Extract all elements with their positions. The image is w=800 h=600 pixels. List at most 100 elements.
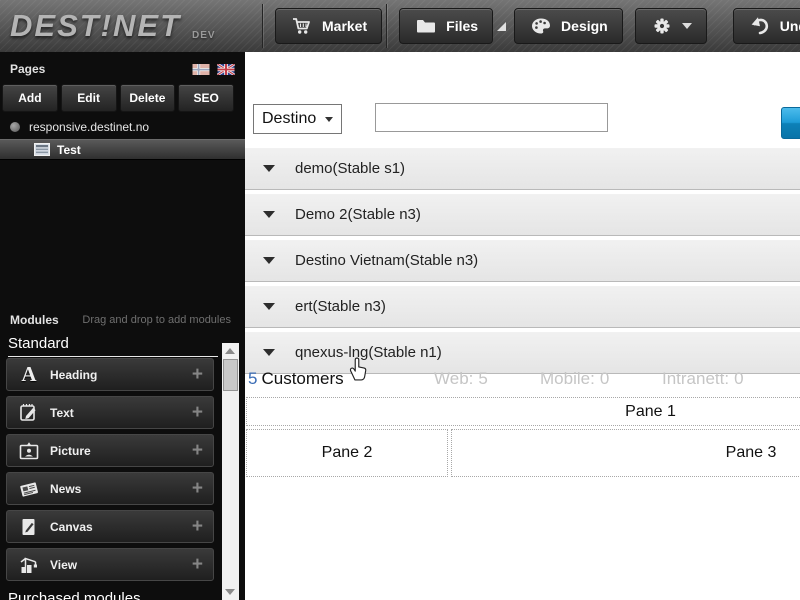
toolbar: Market Files Design Un xyxy=(258,0,800,52)
template-select-value: Destino xyxy=(262,110,317,127)
layout-pane-2[interactable]: Pane 2 xyxy=(246,429,448,477)
tree-item-label: Test xyxy=(57,142,81,157)
plus-icon[interactable]: + xyxy=(192,555,203,574)
norway-flag-icon[interactable] xyxy=(192,63,210,75)
pane-label: Pane 2 xyxy=(321,444,373,461)
site-name: responsive.destinet.no xyxy=(29,120,150,134)
accordion-row-demo2[interactable]: Demo 2(Stable n3) xyxy=(245,194,800,236)
news-icon xyxy=(17,478,41,500)
module-item-heading[interactable]: A Heading + xyxy=(6,358,214,391)
chevron-down-icon xyxy=(263,165,275,172)
module-item-view[interactable]: View + xyxy=(6,548,214,581)
chevron-down-icon xyxy=(263,211,275,218)
module-label: News xyxy=(50,481,82,496)
scroll-up-icon[interactable] xyxy=(225,348,235,354)
modules-scrollbar[interactable] xyxy=(222,343,239,600)
view-icon xyxy=(17,554,41,576)
design-button-label: Design xyxy=(561,18,608,34)
stat-web: Web: 5 xyxy=(434,369,488,388)
module-item-news[interactable]: News + xyxy=(6,472,214,505)
layout-pane-3[interactable]: Pane 3 xyxy=(451,429,800,477)
topbar: DEST!NET DEV Market Files Design Un xyxy=(0,0,800,53)
design-button[interactable]: Design xyxy=(514,8,623,44)
stat-mobile: Mobile: 0 xyxy=(540,369,610,388)
module-label: Heading xyxy=(50,367,98,382)
modules-title: Modules xyxy=(10,313,59,327)
market-button-label: Market xyxy=(322,18,368,34)
customers-label: Customers xyxy=(261,369,344,388)
main-content: Destino demo(Stable s1) Demo 2(Stable n3… xyxy=(245,52,800,600)
accordion-row-ert[interactable]: ert(Stable n3) xyxy=(245,286,800,328)
module-label: View xyxy=(50,557,78,572)
modules-section-purchased: Purchased modules xyxy=(8,590,141,600)
page-icon xyxy=(34,143,50,156)
picture-icon xyxy=(17,440,41,462)
gear-icon xyxy=(650,15,674,37)
toolbar-separator xyxy=(262,4,263,48)
stat-intranett: Intranett: 0 xyxy=(662,369,744,388)
language-flags xyxy=(192,63,235,75)
settings-dropdown-button[interactable] xyxy=(634,8,707,44)
module-label: Canvas xyxy=(50,519,93,534)
add-button[interactable]: Add xyxy=(2,84,58,112)
undo-icon xyxy=(748,15,772,37)
chevron-down-icon xyxy=(325,116,333,122)
toolbar-separator xyxy=(386,4,388,48)
template-select[interactable]: Destino xyxy=(253,104,342,134)
accordion-row-demo[interactable]: demo(Stable s1) xyxy=(245,148,800,190)
site-bullet-icon xyxy=(10,122,20,132)
app-logo: DEST!NET xyxy=(10,8,181,43)
palette-icon xyxy=(529,16,553,36)
sidebar: Pages Add Edit Delete SEO responsive.des… xyxy=(0,52,245,600)
canvas-icon xyxy=(17,516,41,538)
accordion-row-qnexus-lng[interactable]: qnexus-lng(Stable n1) xyxy=(245,332,800,374)
layout-pane-1[interactable]: Pane 1 xyxy=(246,397,800,426)
text-icon xyxy=(17,402,41,424)
seo-button[interactable]: SEO xyxy=(178,84,234,112)
pane-label: Pane 3 xyxy=(725,444,777,461)
files-button[interactable]: Files xyxy=(399,8,494,44)
accordion-row-destino-vietnam[interactable]: Destino Vietnam(Stable n3) xyxy=(245,240,800,282)
plus-icon[interactable]: + xyxy=(192,365,203,384)
scrollbar-thumb[interactable] xyxy=(223,359,238,391)
tree-root-site[interactable]: responsive.destinet.no xyxy=(10,120,149,134)
search-input[interactable] xyxy=(375,103,608,132)
chevron-down-icon xyxy=(263,349,275,356)
files-more-icon[interactable] xyxy=(497,21,507,31)
pages-title: Pages xyxy=(10,62,46,76)
pane-label: Pane 1 xyxy=(625,402,676,420)
delete-button[interactable]: Delete xyxy=(119,84,176,112)
modules-header: Modules Drag and drop to add modules xyxy=(0,308,245,332)
undo-button-label: Undo xyxy=(779,18,800,34)
edit-button[interactable]: Edit xyxy=(60,84,117,112)
customer-accordion: demo(Stable s1) Demo 2(Stable n3) Destin… xyxy=(245,148,800,378)
search-submit-button[interactable] xyxy=(781,107,800,139)
plus-icon[interactable]: + xyxy=(192,517,203,536)
module-item-picture[interactable]: Picture + xyxy=(6,434,214,467)
modules-section-standard: Standard xyxy=(8,335,218,357)
scroll-down-icon[interactable] xyxy=(225,589,235,595)
uk-flag-icon[interactable] xyxy=(217,63,235,75)
customers-summary-row[interactable]: 5 Customers Web: 5 Mobile: 0 Intranett: 0 xyxy=(248,369,800,395)
app-logo-badge: DEV xyxy=(192,30,216,41)
cart-icon xyxy=(290,16,314,36)
plus-icon[interactable]: + xyxy=(192,441,203,460)
plus-icon[interactable]: + xyxy=(192,479,203,498)
tree-item-test[interactable]: Test xyxy=(0,139,245,160)
modules-hint: Drag and drop to add modules xyxy=(82,314,231,326)
customers-count: 5 xyxy=(248,369,258,388)
module-label: Text xyxy=(50,405,74,420)
pages-actions: Add Edit Delete SEO xyxy=(2,84,234,112)
market-button[interactable]: Market xyxy=(275,8,383,44)
module-list: A Heading + Text + Picture + News + Canv… xyxy=(6,358,214,586)
files-button-label: Files xyxy=(446,18,479,34)
module-item-text[interactable]: Text + xyxy=(6,396,214,429)
folder-icon xyxy=(414,17,438,35)
chevron-down-icon xyxy=(681,23,692,29)
module-item-canvas[interactable]: Canvas + xyxy=(6,510,214,543)
pages-header: Pages xyxy=(0,56,245,82)
plus-icon[interactable]: + xyxy=(192,403,203,422)
chevron-down-icon xyxy=(263,303,275,310)
heading-icon: A xyxy=(21,362,37,386)
undo-button[interactable]: Undo xyxy=(732,8,800,44)
